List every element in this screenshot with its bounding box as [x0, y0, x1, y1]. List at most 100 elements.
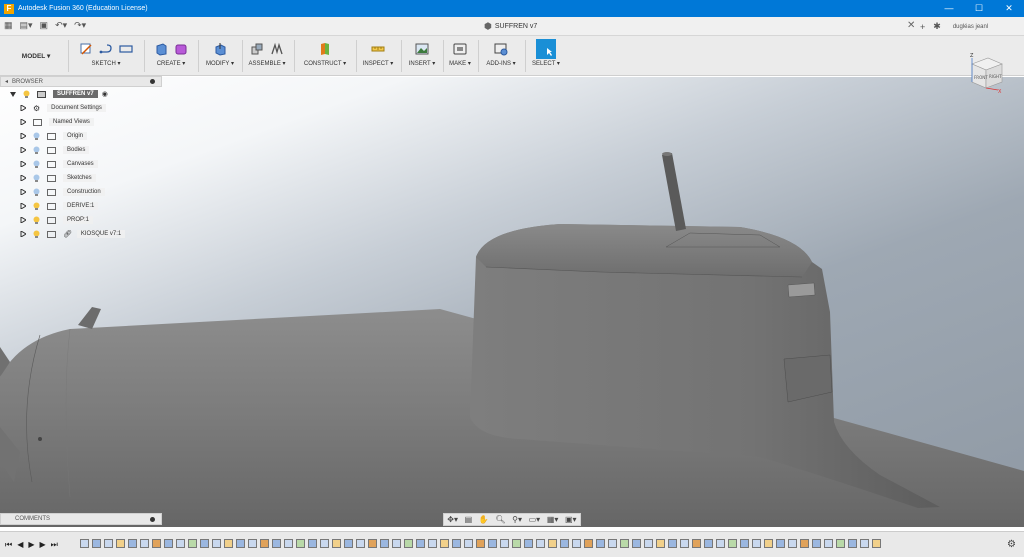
- orbit-icon[interactable]: ✥▾: [447, 515, 458, 524]
- timeline-extrude-icon[interactable]: [272, 539, 281, 548]
- timeline-sketch-icon[interactable]: [392, 539, 401, 548]
- timeline-revolve-icon[interactable]: [260, 539, 269, 548]
- timeline-extrude-icon[interactable]: [416, 539, 425, 548]
- timeline-sketch-icon[interactable]: [644, 539, 653, 548]
- document-tab-close-icon[interactable]: ✕: [907, 20, 915, 31]
- timeline-sketch-icon[interactable]: [680, 539, 689, 548]
- sketch-group[interactable]: SKETCH ▾: [72, 36, 140, 76]
- timeline-extrude-icon[interactable]: [776, 539, 785, 548]
- timeline-sketch-icon[interactable]: [212, 539, 221, 548]
- timeline-sketch-icon[interactable]: [608, 539, 617, 548]
- expand-arrow-icon[interactable]: [10, 91, 16, 97]
- 3d-print-icon[interactable]: [453, 42, 467, 56]
- timeline-sketch-icon[interactable]: [500, 539, 509, 548]
- browser-item-canvases[interactable]: Canvases: [0, 157, 162, 171]
- timeline-sketch-icon[interactable]: [176, 539, 185, 548]
- expand-arrow-icon[interactable]: [20, 119, 26, 125]
- timeline-revolve-icon[interactable]: [692, 539, 701, 548]
- timeline-extrude-icon[interactable]: [812, 539, 821, 548]
- new-component-icon[interactable]: [250, 42, 264, 56]
- construct-group[interactable]: CONSTRUCT ▾: [298, 36, 352, 76]
- timeline-sketch-icon[interactable]: [356, 539, 365, 548]
- timeline-plane-icon[interactable]: [224, 539, 233, 548]
- expand-arrow-icon[interactable]: [20, 175, 26, 181]
- timeline-sketch-icon[interactable]: [320, 539, 329, 548]
- workspace-switcher[interactable]: MODEL ▾: [10, 44, 62, 68]
- file-menu-icon[interactable]: ▤▾: [20, 20, 33, 31]
- insert-image-icon[interactable]: [415, 42, 429, 56]
- rectangle-icon[interactable]: [119, 42, 133, 56]
- expand-arrow-icon[interactable]: [20, 133, 26, 139]
- expand-arrow-icon[interactable]: [20, 105, 26, 111]
- expand-arrow-icon[interactable]: [20, 161, 26, 167]
- close-button[interactable]: ✕: [994, 0, 1024, 17]
- timeline-sketch-icon[interactable]: [752, 539, 761, 548]
- document-tab[interactable]: ⬢ SUFFREN v7: [470, 17, 920, 36]
- timeline-revolve-icon[interactable]: [476, 539, 485, 548]
- timeline-extrude-icon[interactable]: [344, 539, 353, 548]
- timeline-sketch-icon[interactable]: [428, 539, 437, 548]
- lightbulb-off-icon[interactable]: [33, 188, 40, 197]
- timeline-extrude-icon[interactable]: [452, 539, 461, 548]
- add-ins-group[interactable]: ADD-INS ▾: [481, 36, 521, 76]
- timeline-fillet-icon[interactable]: [728, 539, 737, 548]
- timeline-extrude-icon[interactable]: [92, 539, 101, 548]
- measure-icon[interactable]: [371, 42, 385, 56]
- browser-root[interactable]: SUFFREN v7 ◉: [0, 87, 162, 101]
- timeline-sketch-icon[interactable]: [80, 539, 89, 548]
- pin-icon[interactable]: [150, 517, 155, 522]
- minimize-button[interactable]: —: [934, 0, 964, 17]
- timeline-extrude-icon[interactable]: [704, 539, 713, 548]
- make-group[interactable]: MAKE ▾: [446, 36, 474, 76]
- joint-icon[interactable]: [270, 42, 284, 56]
- timeline-sketch-icon[interactable]: [788, 539, 797, 548]
- view-cube[interactable]: Z FRONT RIGHT X: [964, 50, 1008, 94]
- timeline-sketch-icon[interactable]: [284, 539, 293, 548]
- timeline-sketch-icon[interactable]: [536, 539, 545, 548]
- user-name[interactable]: dugléas jeanl: [953, 24, 988, 30]
- timeline-fillet-icon[interactable]: [404, 539, 413, 548]
- new-tab-button[interactable]: +: [920, 22, 925, 32]
- play-icon[interactable]: ▶: [28, 540, 34, 550]
- lightbulb-off-icon[interactable]: [33, 174, 40, 183]
- timeline-extrude-icon[interactable]: [488, 539, 497, 548]
- expand-arrow-icon[interactable]: [20, 189, 26, 195]
- press-pull-icon[interactable]: [213, 42, 227, 56]
- timeline-extrude-icon[interactable]: [740, 539, 749, 548]
- modify-group[interactable]: MODIFY ▾: [202, 36, 238, 76]
- offset-plane-icon[interactable]: [318, 42, 332, 56]
- timeline-plane-icon[interactable]: [764, 539, 773, 548]
- timeline-sketch-icon[interactable]: [140, 539, 149, 548]
- create-sketch-icon[interactable]: [79, 42, 93, 56]
- timeline-extrude-icon[interactable]: [308, 539, 317, 548]
- inspect-group[interactable]: INSPECT ▾: [358, 36, 398, 76]
- timeline-extrude-icon[interactable]: [128, 539, 137, 548]
- extrude-icon[interactable]: [154, 42, 168, 56]
- browser-item-bodies[interactable]: Bodies: [0, 143, 162, 157]
- maximize-button[interactable]: ☐: [964, 0, 994, 17]
- collapse-icon[interactable]: ◂: [5, 78, 8, 85]
- look-at-icon[interactable]: ▤: [465, 515, 473, 524]
- select-cursor-icon[interactable]: [536, 39, 556, 59]
- timeline-sketch-icon[interactable]: [248, 539, 257, 548]
- first-step-icon[interactable]: ⏮: [5, 540, 12, 550]
- timeline-revolve-icon[interactable]: [584, 539, 593, 548]
- timeline-revolve-icon[interactable]: [152, 539, 161, 548]
- timeline-settings-gear-icon[interactable]: ⚙: [1007, 539, 1016, 550]
- timeline-sketch-icon[interactable]: [464, 539, 473, 548]
- timeline-plane-icon[interactable]: [116, 539, 125, 548]
- viewports-icon[interactable]: ▣▾: [565, 515, 577, 524]
- comments-panel[interactable]: COMMENTS: [0, 513, 162, 525]
- timeline-extrude-icon[interactable]: [164, 539, 173, 548]
- last-step-icon[interactable]: ⏭: [51, 540, 58, 550]
- lightbulb-icon[interactable]: [33, 230, 40, 239]
- grid-menu-icon[interactable]: ▦: [4, 20, 13, 31]
- grid-settings-icon[interactable]: ▦▾: [547, 515, 559, 524]
- next-step-icon[interactable]: ▶: [40, 540, 46, 550]
- timeline-extrude-icon[interactable]: [560, 539, 569, 548]
- line-icon[interactable]: [99, 42, 113, 56]
- timeline-fillet-icon[interactable]: [836, 539, 845, 548]
- browser-item-construction[interactable]: Construction: [0, 185, 162, 199]
- timeline-sketch-icon[interactable]: [716, 539, 725, 548]
- timeline-plane-icon[interactable]: [656, 539, 665, 548]
